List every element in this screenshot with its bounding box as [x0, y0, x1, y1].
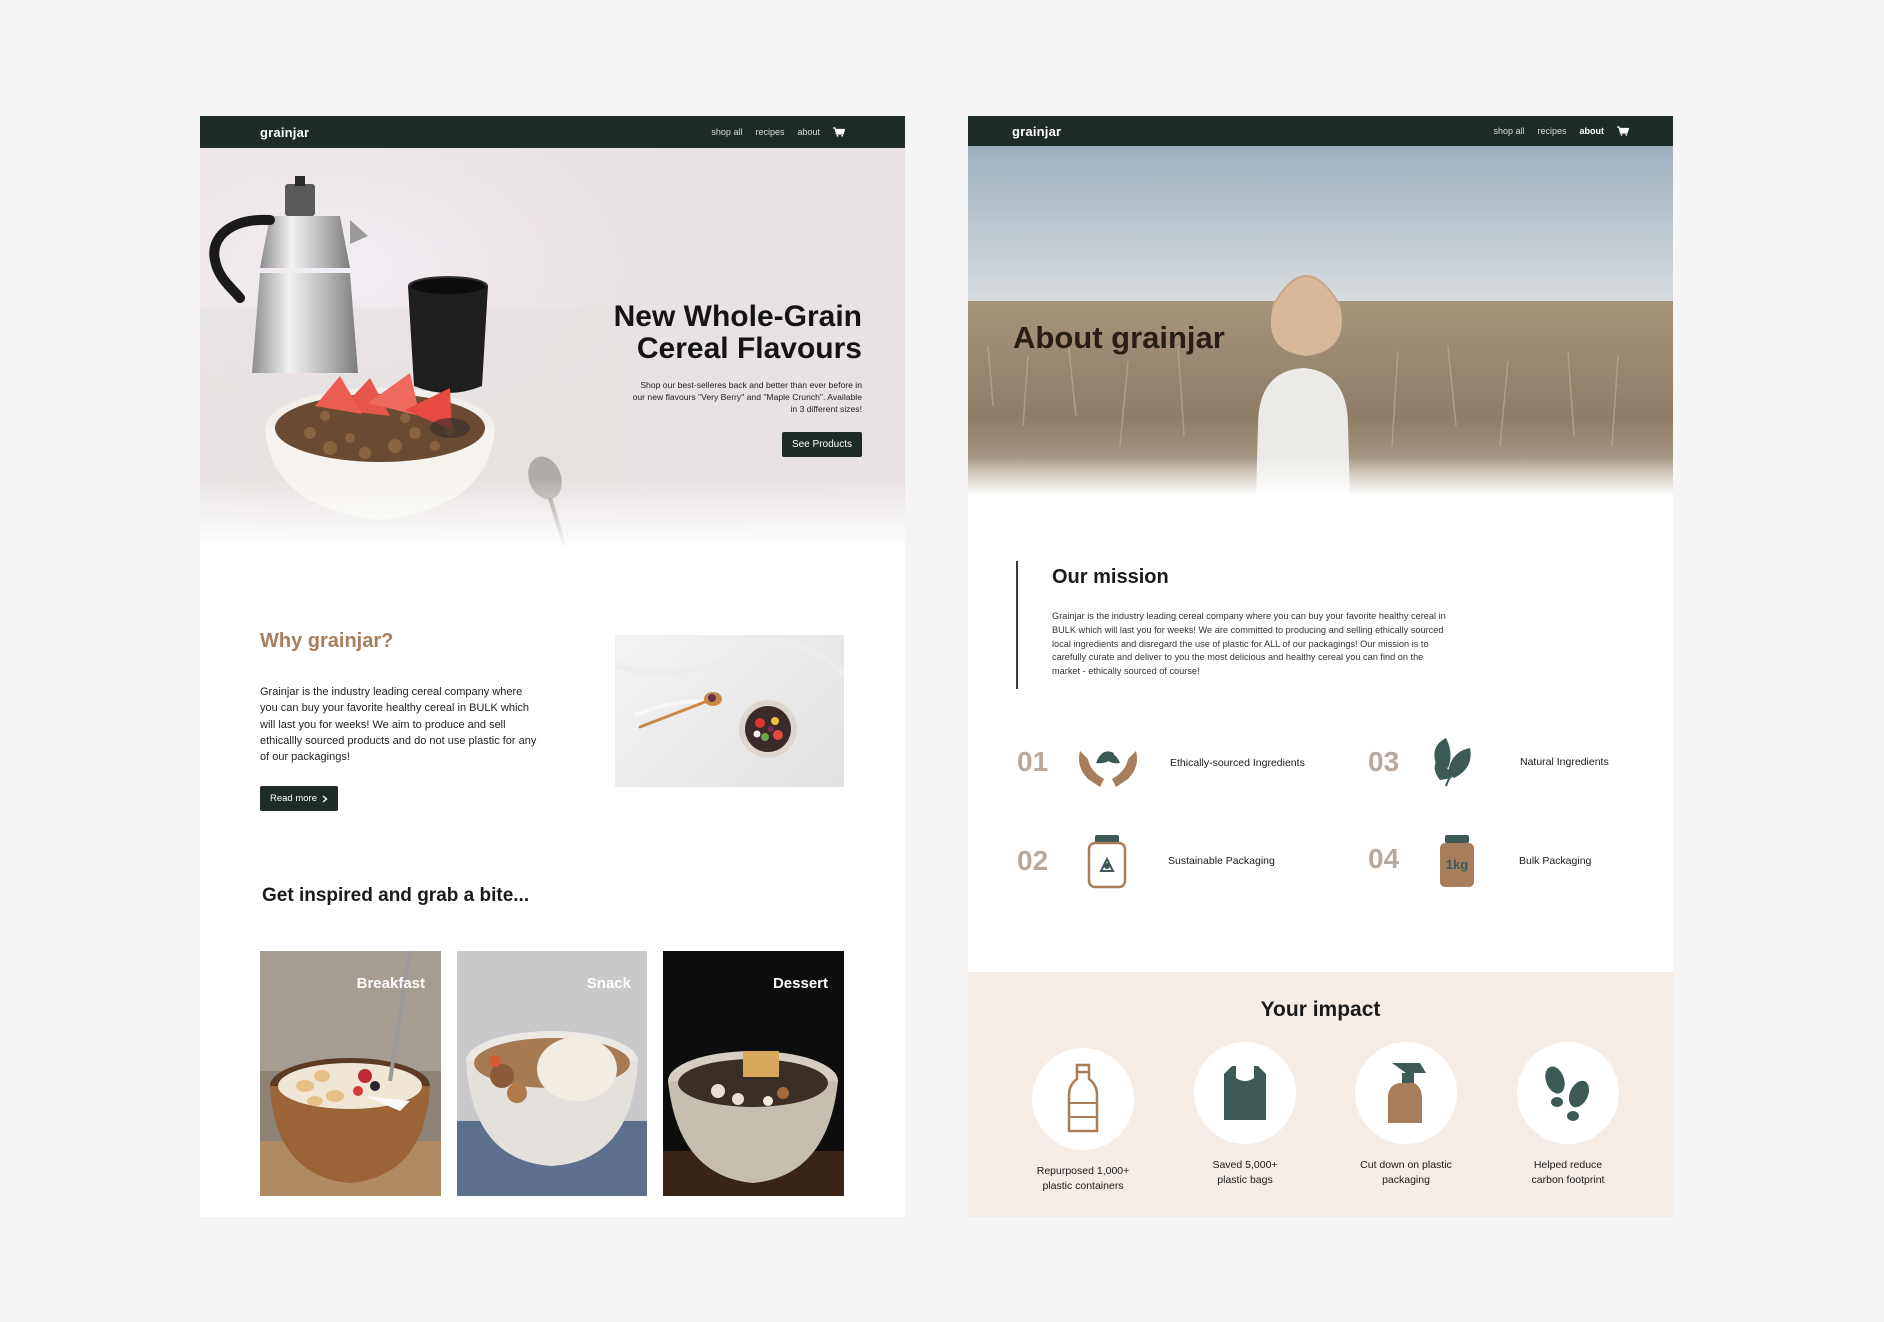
card-label-snack: Snack [586, 975, 631, 992]
cart-icon[interactable] [833, 127, 845, 137]
impact-label: Cut down on plastic packaging [1360, 1159, 1452, 1186]
see-products-button[interactable]: See Products [781, 432, 862, 457]
bulk-jar-icon: 1kg [1438, 833, 1476, 889]
about-title: About grainjar [1013, 320, 1225, 355]
feature-number: 01 [1017, 746, 1049, 777]
hero-title: New Whole-Grain Cereal Flavours [613, 300, 862, 365]
nav-about[interactable]: about [797, 127, 820, 137]
home-hero: New Whole-Grain Cereal Flavours Shop our… [200, 148, 905, 548]
impact-item: Helped reduce carbon footprint [1503, 1042, 1633, 1188]
about-hero: About grainjar [968, 146, 1673, 496]
card-dessert[interactable]: Dessert [663, 951, 844, 1196]
jar-weight-label: 1kg [1445, 857, 1469, 872]
card-breakfast[interactable]: Breakfast [260, 951, 441, 1196]
feature-label: Sustainable Packaging [1168, 855, 1275, 867]
feature-label: Bulk Packaging [1519, 855, 1592, 867]
plastic-bag-icon [1224, 1066, 1266, 1120]
hero-description: Shop our best-selleres back and better t… [632, 380, 862, 414]
mission-divider [1016, 561, 1018, 689]
about-page-mockup: grainjar shop all recipes about About gr… [968, 116, 1673, 1217]
inspire-title: Get inspired and grab a bite... [262, 885, 530, 906]
chevron-right-icon [322, 794, 328, 803]
feature-number: 02 [1017, 845, 1049, 876]
leaves-icon [1434, 738, 1471, 787]
read-more-button[interactable]: Read more [260, 786, 338, 811]
why-image [615, 635, 844, 787]
hands-leaf-icon [1079, 751, 1137, 787]
read-more-label: Read more [270, 793, 317, 804]
card-label-breakfast: Breakfast [356, 975, 425, 992]
impact-item: Saved 5,000+ plastic bags [1180, 1042, 1310, 1188]
mission-text: Grainjar is the industry leading cereal … [1052, 611, 1446, 677]
about-navbar: grainjar shop all recipes about [968, 116, 1673, 146]
impact-title: Your impact [1260, 998, 1381, 1021]
impact-label: Helped reduce carbon footprint [1531, 1159, 1605, 1186]
bottle-icon [1067, 1063, 1099, 1133]
why-description: Grainjar is the industry leading cereal … [260, 686, 537, 764]
spray-bottle-icon [1388, 1063, 1426, 1123]
nav-shop-all[interactable]: shop all [1493, 126, 1524, 136]
feature-label: Ethically-sourced Ingredients [1170, 757, 1305, 769]
nav-about-active[interactable]: about [1580, 126, 1605, 136]
card-snack[interactable]: Snack [457, 951, 647, 1196]
mission-title: Our mission [1052, 566, 1169, 588]
home-navbar: grainjar shop all recipes about [200, 116, 905, 148]
feature-number: 03 [1368, 746, 1400, 777]
impact-item: Cut down on plastic packaging [1341, 1042, 1471, 1188]
impact-label: Saved 5,000+ plastic bags [1212, 1159, 1278, 1186]
why-title: Why grainjar? [260, 630, 394, 652]
about-logo[interactable]: grainjar [1012, 124, 1061, 139]
nav-recipes[interactable]: recipes [1537, 126, 1566, 136]
impact-item: Repurposed 1,000+ plastic containers [1018, 1048, 1148, 1194]
nav-recipes[interactable]: recipes [755, 127, 784, 137]
impact-section: Your impact Repurposed 1,000+ plastic co… [968, 972, 1673, 1217]
recycle-jar-icon [1087, 835, 1127, 889]
feature-number: 04 [1368, 843, 1400, 874]
card-label-dessert: Dessert [772, 975, 828, 992]
home-page-mockup: grainjar shop all recipes about New Whol… [200, 116, 905, 1217]
cart-icon[interactable] [1617, 126, 1629, 136]
nav-shop-all[interactable]: shop all [711, 127, 742, 137]
impact-label: Repurposed 1,000+ plastic containers [1036, 1165, 1130, 1192]
feature-label: Natural Ingredients [1520, 756, 1609, 768]
home-logo[interactable]: grainjar [260, 125, 309, 140]
footprints-icon [1545, 1066, 1590, 1121]
